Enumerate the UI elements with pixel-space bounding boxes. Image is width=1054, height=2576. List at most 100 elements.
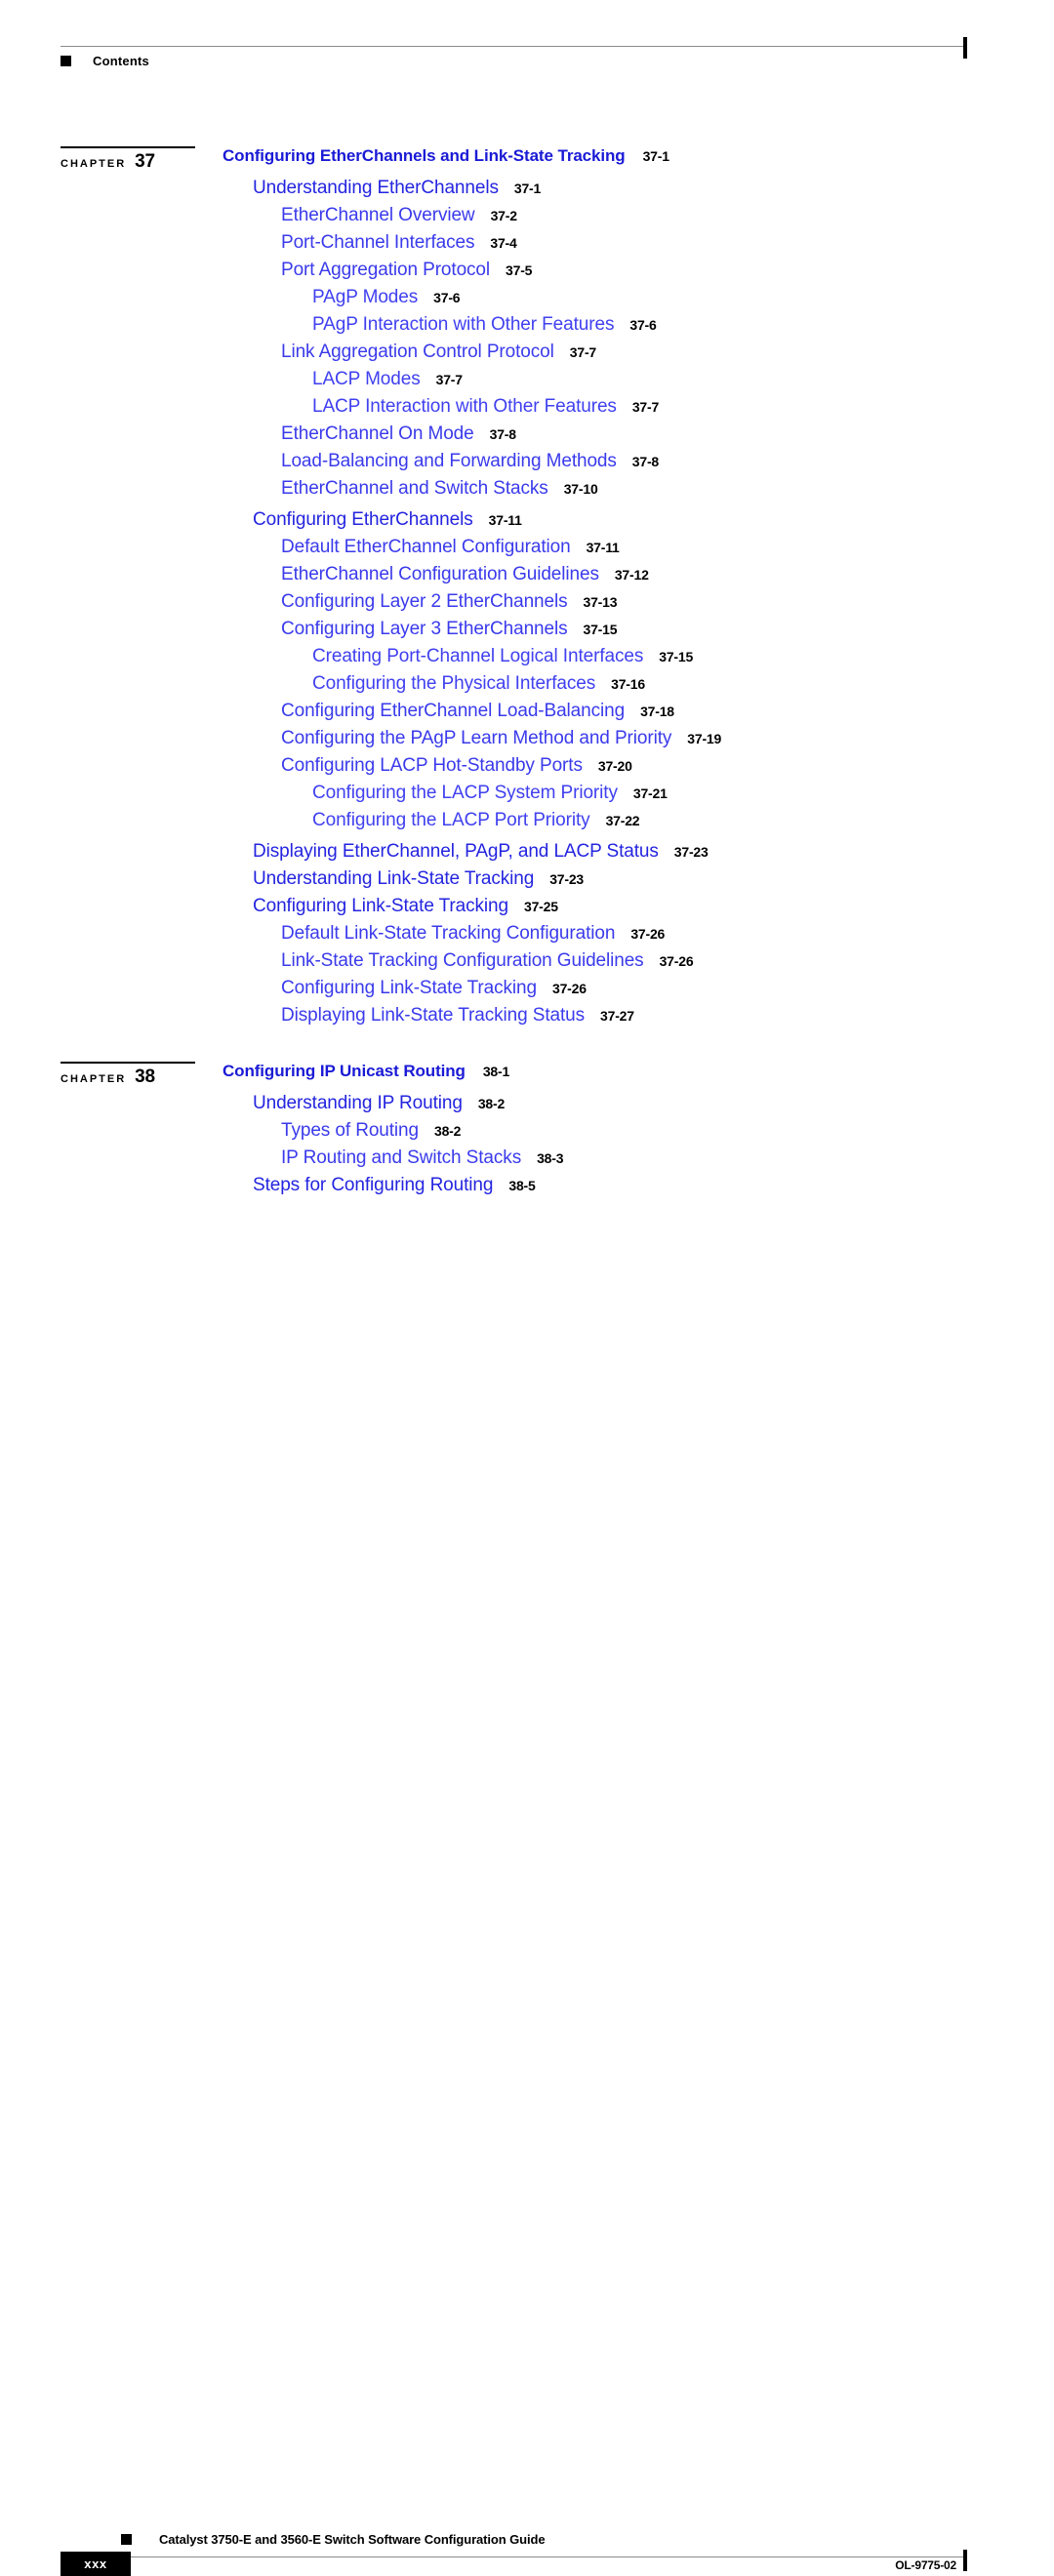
toc-entry-page-number: 37-8	[631, 454, 660, 469]
toc-entry-row[interactable]: Creating Port-Channel Logical Interfaces…	[0, 646, 1054, 673]
toc-entry-page-number: 38-5	[508, 1178, 536, 1193]
toc-entry-page-number: 37-10	[563, 481, 598, 497]
toc-entry-title[interactable]: Default Link-State Tracking Configuratio…	[281, 923, 615, 945]
toc-entry-title[interactable]: EtherChannel and Switch Stacks	[281, 478, 548, 500]
toc-entry-row[interactable]: Port Aggregation Protocol 37-5	[0, 260, 1054, 287]
toc-entry-page-number: 37-7	[631, 399, 660, 415]
toc-entry-row[interactable]: Configuring Link-State Tracking 37-25	[0, 896, 1054, 923]
toc-entry-row[interactable]: Link-State Tracking Configuration Guidel…	[0, 950, 1054, 978]
toc-entry-title[interactable]: Displaying EtherChannel, PAgP, and LACP …	[253, 841, 659, 863]
toc-entry-title[interactable]: Link-State Tracking Configuration Guidel…	[281, 950, 644, 972]
toc-entry-title[interactable]: Configuring IP Unicast Routing	[223, 1062, 466, 1081]
chapter-gutter-row: CHAPTER 37	[61, 151, 197, 173]
toc-entry-row[interactable]: PAgP Modes 37-6	[0, 287, 1054, 314]
toc-entry-title[interactable]: Types of Routing	[281, 1120, 419, 1142]
toc-entry-page-number: 37-22	[605, 813, 640, 828]
toc-entry-row[interactable]: IP Routing and Switch Stacks 38-3	[0, 1147, 1054, 1175]
chapter-gutter-label: CHAPTER 38	[61, 1062, 197, 1088]
toc-entry-page-number: 37-12	[614, 567, 649, 583]
toc-entry-row[interactable]: EtherChannel Overview 37-2	[0, 205, 1054, 232]
toc-entry-page-number: 37-16	[611, 676, 645, 692]
toc-entry-page-number: 37-15	[659, 649, 694, 664]
toc-entry-title[interactable]: Configuring Link-State Tracking	[281, 978, 537, 999]
toc-entry-title[interactable]: Load-Balancing and Forwarding Methods	[281, 451, 617, 472]
toc-entry-row[interactable]: Configuring the LACP System Priority 37-2…	[0, 783, 1054, 810]
toc-entry-title[interactable]: Configuring the LACP System Priority	[312, 783, 618, 804]
toc-entry-row[interactable]: LACP Modes 37-7	[0, 369, 1054, 396]
toc-entry-title[interactable]: EtherChannel Configuration Guidelines	[281, 564, 599, 585]
toc-entry-row[interactable]: Steps for Configuring Routing 38-5	[0, 1175, 1054, 1202]
toc-entry-title[interactable]: Creating Port-Channel Logical Interfaces	[312, 646, 643, 667]
toc-entry-page-number: 37-20	[597, 758, 632, 774]
toc-entry-page-number: 37-11	[586, 540, 620, 555]
toc-entry-title[interactable]: PAgP Interaction with Other Features	[312, 314, 614, 336]
toc-entry-title[interactable]: LACP Modes	[312, 369, 421, 390]
toc-entry-title[interactable]: Configuring the LACP Port Priority	[312, 810, 590, 831]
toc-entry-title[interactable]: Default EtherChannel Configuration	[281, 537, 571, 558]
toc-entry-title[interactable]: EtherChannel On Mode	[281, 423, 474, 445]
toc-entry-row[interactable]: Port-Channel Interfaces 37-4	[0, 232, 1054, 260]
toc-entry-title[interactable]: Link Aggregation Control Protocol	[281, 342, 554, 363]
toc-entry-title[interactable]: Configuring EtherChannel Load-Balancing	[281, 701, 625, 722]
toc-entry-title[interactable]: Configuring Layer 3 EtherChannels	[281, 619, 568, 640]
toc-entry-page-number: 37-23	[673, 844, 709, 860]
toc-entry-row[interactable]: Configuring EtherChannels 37-11	[0, 509, 1054, 537]
toc-entry-row[interactable]: Load-Balancing and Forwarding Methods 37-…	[0, 451, 1054, 478]
page-header: Contents	[0, 0, 1054, 88]
toc-entry-title[interactable]: Port-Channel Interfaces	[281, 232, 474, 254]
toc-entry-row[interactable]: Configuring Layer 2 EtherChannels 37-13	[0, 591, 1054, 619]
toc-entry-page-number: 37-26	[659, 953, 694, 969]
toc-entry-row[interactable]: Configuring LACP Hot-Standby Ports 37-20	[0, 755, 1054, 783]
toc-entry-row[interactable]: Link Aggregation Control Protocol 37-7	[0, 342, 1054, 369]
toc-entry-title[interactable]: PAgP Modes	[312, 287, 418, 308]
toc-entry-row[interactable]: Understanding IP Routing 38-2	[0, 1093, 1054, 1120]
running-header-label: Contents	[93, 54, 149, 68]
footer-guide-title: Catalyst 3750-E and 3560-E Switch Softwa…	[159, 2532, 546, 2547]
toc-entry-row[interactable]: Default Link-State Tracking Configuratio…	[0, 923, 1054, 950]
toc-entry-row[interactable]: Configuring Link-State Tracking 37-26	[0, 978, 1054, 1005]
toc-entry-title[interactable]: IP Routing and Switch Stacks	[281, 1147, 521, 1169]
toc-entry-title[interactable]: LACP Interaction with Other Features	[312, 396, 617, 418]
toc-entry-title[interactable]: Configuring the PAgP Learn Method and Pr…	[281, 728, 671, 749]
chapter-block: CHAPTER 37 Configuring EtherChannels and L…	[0, 146, 1054, 1032]
toc-entry-row[interactable]: EtherChannel Configuration Guidelines 37-…	[0, 564, 1054, 591]
toc-entry-row[interactable]: EtherChannel and Switch Stacks 37-10	[0, 478, 1054, 505]
toc-entry-page-number: 37-2	[490, 208, 517, 223]
toc-entry-row[interactable]: Configuring the LACP Port Priority 37-22	[0, 810, 1054, 837]
toc-entry-title[interactable]: Configuring Layer 2 EtherChannels	[281, 591, 568, 613]
toc-entry-title[interactable]: EtherChannel Overview	[281, 205, 475, 226]
toc-entry-title[interactable]: Steps for Configuring Routing	[253, 1175, 493, 1196]
toc-entry-row[interactable]: LACP Interaction with Other Features 37-7	[0, 396, 1054, 423]
toc-entry-title[interactable]: Configuring LACP Hot-Standby Ports	[281, 755, 583, 777]
toc-entry-row[interactable]: Default EtherChannel Configuration 37-11	[0, 537, 1054, 564]
toc-entry-row[interactable]: EtherChannel On Mode 37-8	[0, 423, 1054, 451]
toc-entry-page-number: 37-6	[629, 317, 657, 333]
toc-entry-title[interactable]: Configuring the Physical Interfaces	[312, 673, 595, 695]
toc-entry-title[interactable]: Port Aggregation Protocol	[281, 260, 490, 281]
toc-entry-page-number: 38-1	[482, 1064, 510, 1079]
chapter-word-label: CHAPTER	[61, 158, 127, 170]
toc-entry-title[interactable]: Understanding IP Routing	[253, 1093, 463, 1114]
toc-entry-row[interactable]: Displaying Link-State Tracking Status 37-…	[0, 1005, 1054, 1032]
toc-entry-title[interactable]: Configuring EtherChannels	[253, 509, 473, 531]
toc-entry-row[interactable]: Configuring EtherChannel Load-Balancing 3…	[0, 701, 1054, 728]
toc-entry-row[interactable]: Configuring the Physical Interfaces 37-16	[0, 673, 1054, 701]
toc-entry-title[interactable]: Configuring Link-State Tracking	[253, 896, 508, 917]
toc-entry-row[interactable]: Understanding Link-State Tracking 37-23	[0, 868, 1054, 896]
black-square-marker-icon	[61, 56, 71, 66]
toc-entry-row[interactable]: Configuring Layer 3 EtherChannels 37-15	[0, 619, 1054, 646]
chapter-number: 37	[135, 151, 155, 172]
toc-entry-row[interactable]: Types of Routing 38-2	[0, 1120, 1054, 1147]
toc-entry-page-number: 38-2	[433, 1123, 462, 1139]
chapter-number: 38	[135, 1067, 155, 1087]
toc-entry-row[interactable]: Displaying EtherChannel, PAgP, and LACP …	[0, 841, 1054, 868]
toc-entry-row[interactable]: PAgP Interaction with Other Features 37-6	[0, 314, 1054, 342]
footer-black-square-marker-icon	[121, 2534, 132, 2545]
toc-entry-row[interactable]: Configuring the PAgP Learn Method and Pr…	[0, 728, 1054, 755]
toc-entry-page-number: 37-6	[433, 290, 461, 305]
toc-entry-title[interactable]: Configuring EtherChannels and Link-State…	[223, 146, 626, 166]
toc-entry-row[interactable]: Understanding EtherChannels 37-1	[0, 178, 1054, 205]
toc-entry-title[interactable]: Understanding Link-State Tracking	[253, 868, 534, 890]
toc-entry-title[interactable]: Displaying Link-State Tracking Status	[281, 1005, 585, 1026]
toc-entry-title[interactable]: Understanding EtherChannels	[253, 178, 499, 199]
